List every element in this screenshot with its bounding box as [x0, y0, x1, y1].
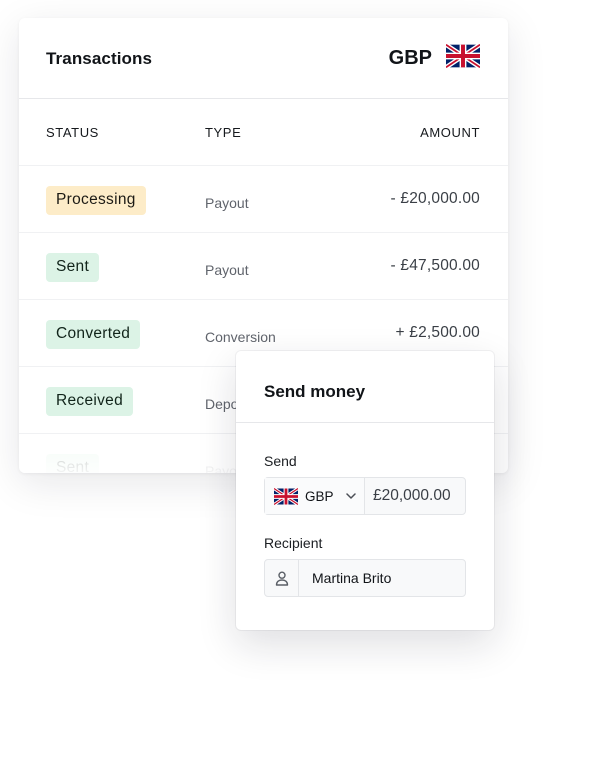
status-badge: Sent [46, 453, 100, 473]
column-amount: AMOUNT [420, 124, 480, 140]
person-icon [265, 560, 299, 596]
transaction-amount: + £2,500.00 [395, 324, 480, 341]
status-badge: Sent [46, 252, 100, 282]
column-status: STATUS [46, 124, 99, 140]
status-badge: Converted [46, 319, 141, 349]
send-label: Send [264, 453, 297, 469]
uk-flag-icon [444, 42, 482, 73]
currency-select-value: GBP [305, 488, 334, 504]
table-header: STATUS TYPE AMOUNT [19, 99, 508, 166]
transaction-type: Conversion [205, 329, 276, 345]
send-money-card: Send money Send GBP £20,000.00 Recipient… [236, 351, 494, 630]
currency-select[interactable]: GBP [265, 478, 365, 514]
send-amount-group: GBP [264, 477, 466, 515]
transaction-amount: - £47,500.00 [390, 257, 480, 274]
recipient-input[interactable] [299, 560, 465, 596]
currency-indicator[interactable]: GBP [388, 42, 482, 73]
transactions-title: Transactions [46, 49, 153, 68]
send-money-header: Send money [236, 351, 494, 423]
table-row[interactable]: Processing Payout - £20,000.00 [19, 166, 508, 233]
uk-flag-icon [274, 487, 298, 505]
amount-input[interactable] [365, 478, 465, 514]
recipient-group [264, 559, 466, 597]
send-money-form: Send GBP £20,000.00 Recipient Martina Br… [236, 423, 494, 597]
recipient-label: Recipient [264, 535, 323, 551]
transaction-type: Payout [205, 195, 249, 211]
send-money-title: Send money [264, 382, 366, 401]
currency-code: GBP [388, 47, 432, 69]
transactions-header: Transactions GBP [19, 18, 508, 99]
transaction-amount: - £20,000.00 [390, 190, 480, 207]
stage: Transactions GBP STATUS TYPE AMOUNT Proc… [0, 0, 596, 760]
status-badge: Received [46, 386, 134, 416]
chevron-down-icon [345, 492, 356, 500]
column-type: TYPE [205, 124, 242, 140]
transaction-type: Payout [205, 262, 249, 278]
table-row[interactable]: Sent Payout - £47,500.00 [19, 233, 508, 300]
status-badge: Processing [46, 185, 146, 215]
